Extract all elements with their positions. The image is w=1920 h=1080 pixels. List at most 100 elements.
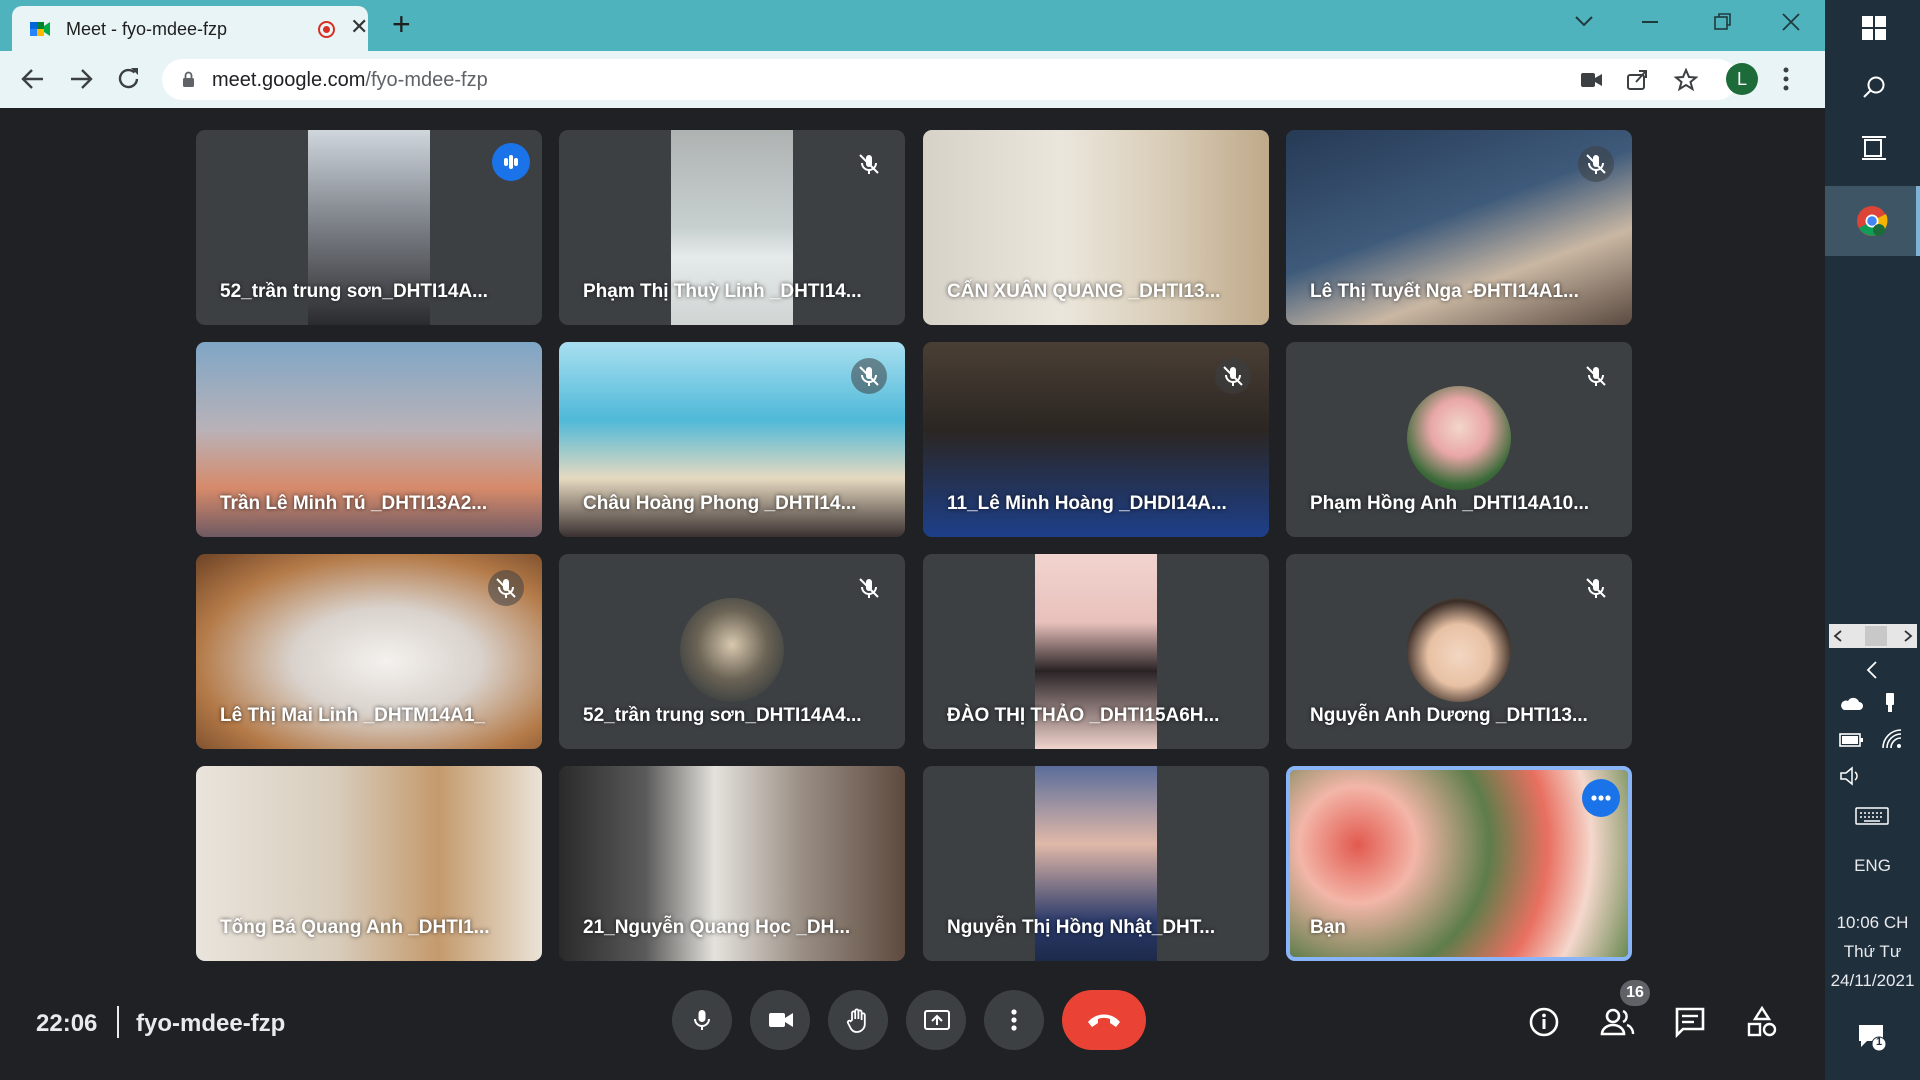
lock-icon — [183, 71, 194, 87]
clock-date: 24/11/2021 — [1830, 971, 1915, 990]
url-text: meet.google.com/fyo-mdee-fzp — [212, 69, 488, 92]
usb-device-icon[interactable] — [1883, 692, 1897, 714]
participant-tile[interactable]: Trần Lê Minh Tú _DHTI13A2... — [196, 342, 542, 537]
camera-button[interactable] — [750, 990, 810, 1050]
more-options-icon[interactable] — [1582, 779, 1620, 817]
clock-time: 10:06 CH — [1836, 913, 1909, 932]
restore-button[interactable] — [1714, 13, 1732, 31]
raise-hand-button[interactable] — [828, 990, 888, 1050]
participant-name: 52_trần trung sơn_DHTI14A4... — [583, 705, 862, 726]
forward-button[interactable] — [68, 67, 94, 91]
minimize-button[interactable] — [1642, 20, 1660, 24]
volume-icon[interactable] — [1839, 766, 1863, 786]
participant-name: Lê Thị Mai Linh _DHTM14A1_ — [220, 705, 485, 726]
touch-keyboard-icon[interactable] — [1855, 806, 1889, 826]
camera-icon — [769, 1013, 793, 1027]
chevron-right-icon[interactable] — [1903, 630, 1913, 642]
meeting-clock: 22:06 — [36, 1010, 98, 1037]
participant-tile[interactable]: Nguyễn Thị Hồng Nhật_DHT... — [923, 766, 1269, 961]
participant-name: Tống Bá Quang Anh _DHTI1... — [220, 917, 490, 938]
leave-call-button[interactable] — [1062, 990, 1146, 1050]
participant-tile[interactable]: 52_trần trung sơn_DHTI14A... — [196, 130, 542, 325]
participant-tile[interactable]: Tống Bá Quang Anh _DHTI1... — [196, 766, 542, 961]
participant-name: Trần Lê Minh Tú _DHTI13A2... — [220, 493, 488, 514]
participant-name: Nguyễn Anh Dương _DHTI13... — [1310, 705, 1588, 726]
participant-name: 52_trần trung sơn_DHTI14A... — [220, 281, 488, 302]
participant-avatar — [680, 598, 784, 702]
camera-in-use-icon[interactable] — [1580, 71, 1604, 89]
participant-name: Châu Hoàng Phong _DHTI14... — [583, 493, 857, 514]
browser-toolbar: meet.google.com/fyo-mdee-fzp L — [0, 51, 1825, 108]
profile-avatar[interactable]: L — [1726, 63, 1758, 95]
clock-day: Thứ Tư — [1843, 942, 1902, 961]
speaking-indicator-icon — [492, 143, 530, 181]
search-icon[interactable] — [1862, 76, 1886, 100]
participant-tile[interactable]: Nguyễn Anh Dương _DHTI13... — [1286, 554, 1632, 749]
taskbar-scroll-control[interactable] — [1829, 624, 1917, 648]
participant-avatar — [1407, 386, 1511, 490]
participant-tile[interactable]: Phạm Thị Thuỳ Linh _DHTI14... — [559, 130, 905, 325]
self-tile[interactable]: Bạn — [1286, 766, 1632, 961]
tab-close-button[interactable]: ✕ — [350, 16, 368, 38]
participant-tile[interactable]: Lê Thị Tuyết Nga -ĐHTI14A1... — [1286, 130, 1632, 325]
task-view-icon[interactable] — [1861, 136, 1887, 160]
participant-name: Nguyễn Thị Hồng Nhật_DHT... — [947, 917, 1216, 938]
chrome-window: Meet - fyo-mdee-fzp ✕ + meet.google.com/… — [0, 0, 1825, 1080]
mic-off-icon — [851, 570, 887, 606]
microphone-icon — [694, 1010, 710, 1030]
participants-icon[interactable] — [1600, 1006, 1636, 1038]
participant-tile[interactable]: ĐÀO THỊ THẢO _DHTI15A6H... — [923, 554, 1269, 749]
wifi-icon[interactable] — [1881, 728, 1903, 750]
bookmark-star-icon[interactable] — [1674, 68, 1698, 92]
divider — [117, 1006, 119, 1038]
participant-tile[interactable]: 21_Nguyễn Quang Học _DH... — [559, 766, 905, 961]
activities-icon[interactable] — [1746, 1006, 1778, 1038]
tab-meet[interactable]: Meet - fyo-mdee-fzp ✕ — [12, 6, 368, 51]
onedrive-cloud-icon[interactable] — [1839, 695, 1863, 711]
participant-name: Phạm Hồng Anh _DHTI14A10... — [1310, 493, 1590, 514]
present-screen-button[interactable] — [906, 990, 966, 1050]
chrome-taskbar-button[interactable] — [1825, 186, 1920, 256]
share-icon[interactable] — [1626, 69, 1648, 91]
chevron-left-icon[interactable] — [1833, 630, 1843, 642]
participant-name: Bạn — [1310, 917, 1346, 938]
mic-off-icon — [1215, 358, 1251, 394]
participant-tile[interactable]: Lê Thị Mai Linh _DHTM14A1_ — [196, 554, 542, 749]
end-call-icon — [1088, 1014, 1120, 1027]
meeting-details-icon[interactable] — [1528, 1006, 1560, 1038]
tab-search-chevron-icon[interactable] — [1574, 14, 1594, 28]
microphone-button[interactable] — [672, 990, 732, 1050]
participant-tile[interactable]: 52_trần trung sơn_DHTI14A4... — [559, 554, 905, 749]
recording-indicator-icon — [318, 21, 335, 38]
mic-off-icon — [1578, 358, 1614, 394]
scroll-thumb[interactable] — [1865, 626, 1887, 646]
participant-tile[interactable]: Châu Hoàng Phong _DHTI14... — [559, 342, 905, 537]
participant-name: 21_Nguyễn Quang Học _DH... — [583, 917, 851, 938]
meet-favicon-icon — [30, 22, 50, 36]
close-window-button[interactable] — [1782, 13, 1800, 31]
participant-name: 11_Lê Minh Hoàng _DHDI14A... — [947, 493, 1227, 514]
battery-icon[interactable] — [1839, 732, 1865, 748]
back-button[interactable] — [20, 67, 46, 91]
address-bar[interactable]: meet.google.com/fyo-mdee-fzp — [162, 59, 1738, 100]
participant-tile[interactable]: CẤN XUÂN QUANG _DHTI13... — [923, 130, 1269, 325]
participant-name: CẤN XUÂN QUANG _DHTI13... — [947, 281, 1221, 302]
participant-avatar — [1407, 598, 1511, 702]
input-language[interactable]: ENG — [1825, 856, 1920, 876]
more-options-button[interactable] — [984, 990, 1044, 1050]
browser-menu-icon[interactable] — [1782, 67, 1790, 91]
action-center-button[interactable]: 1 — [1857, 1022, 1887, 1052]
meeting-code: fyo-mdee-fzp — [136, 1010, 286, 1037]
chrome-icon — [1857, 206, 1888, 236]
collapse-tray-icon[interactable] — [1865, 660, 1879, 680]
participant-tile[interactable]: 11_Lê Minh Hoàng _DHDI14A... — [923, 342, 1269, 537]
mic-off-icon — [851, 146, 887, 182]
reload-button[interactable] — [116, 66, 142, 92]
new-tab-button[interactable]: + — [392, 8, 411, 40]
mic-off-icon — [1578, 570, 1614, 606]
video-grid: 52_trần trung sơn_DHTI14A... Phạm Thị Th… — [196, 130, 1632, 961]
windows-start-icon[interactable] — [1862, 16, 1886, 40]
participant-tile[interactable]: Phạm Hồng Anh _DHTI14A10... — [1286, 342, 1632, 537]
chat-icon[interactable] — [1674, 1006, 1706, 1038]
tab-strip: Meet - fyo-mdee-fzp ✕ + — [0, 0, 1825, 51]
